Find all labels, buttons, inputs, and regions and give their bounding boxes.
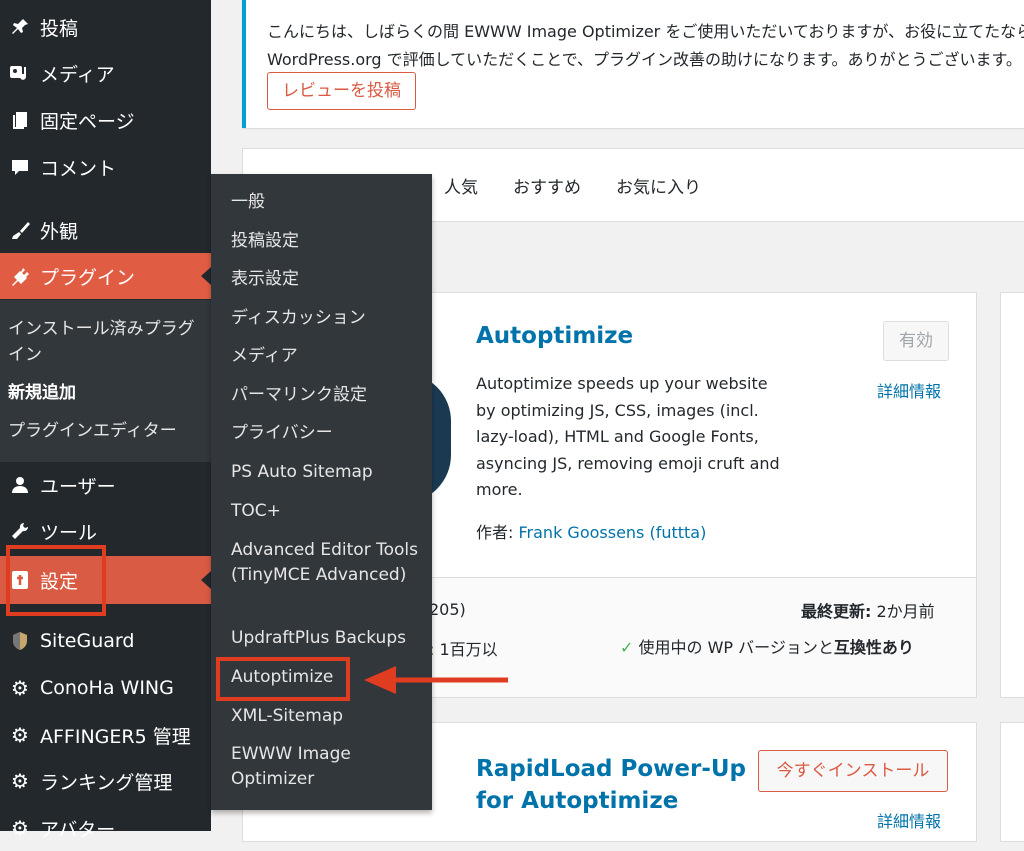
flyout-reading[interactable]: 表示設定 (231, 267, 426, 292)
user-icon (0, 475, 40, 495)
plugin-card-partial (1000, 722, 1024, 842)
menu-label: ツール (40, 521, 98, 544)
admin-sidebar: 投稿 メディア 固定ページ コメント 外観 プラグイン インストール済みプラグイ… (0, 0, 211, 841)
plugin-card-partial (1000, 292, 1024, 698)
compatibility: ✓ 使用中の WP バージョンと互換性あり (620, 634, 914, 658)
menu-label: ConoHa WING (40, 677, 174, 699)
menu-ranking[interactable]: ⚙ ランキング管理 (0, 758, 211, 804)
menu-label: メディア (40, 63, 115, 86)
flyout-general[interactable]: 一般 (231, 190, 426, 215)
notice-line-1: こんにちは、しばらくの間 EWWW Image Optimizer をご使用いた… (267, 22, 1024, 41)
settings-highlight-box (6, 545, 106, 616)
menu-siteguard[interactable]: SiteGuard (0, 618, 211, 664)
menu-affinger5[interactable]: ⚙ AFFINGER5 管理 (0, 712, 211, 758)
menu-label: ランキング管理 (40, 771, 173, 794)
menu-users[interactable]: ユーザー (0, 462, 211, 508)
gear-icon: ⚙ (11, 769, 29, 793)
active-indicator (201, 267, 211, 285)
flyout-discussion[interactable]: ディスカッション (231, 306, 426, 331)
active-indicator (201, 571, 211, 589)
more-details-link[interactable]: 詳細情報 (877, 378, 941, 402)
author-link[interactable]: Frank Goossens (futtta) (519, 523, 707, 542)
plugin-title[interactable]: RapidLoad Power-Up for Autoptimize (476, 753, 746, 817)
notice-text: こんにちは、しばらくの間 EWWW Image Optimizer をご使用いた… (267, 18, 1024, 74)
gear-icon: ⚙ (11, 723, 29, 747)
menu-appearance[interactable]: 外観 (0, 207, 211, 253)
settings-flyout-menu: 一般 投稿設定 表示設定 ディスカッション メディア パーマリンク設定 プライバ… (211, 174, 432, 810)
last-updated: 最終更新: 2か月前 (801, 598, 935, 622)
menu-label: SiteGuard (40, 630, 135, 652)
title-line-1: RapidLoad Power-Up (476, 756, 747, 782)
comment-icon (0, 157, 40, 177)
notice-line-2: WordPress.org で評価していただくことで、プラグイン改善の助けになり… (267, 50, 1022, 69)
flyout-privacy[interactable]: プライバシー (231, 421, 426, 446)
more-details-link[interactable]: 詳細情報 (877, 808, 941, 832)
menu-label: 外観 (40, 220, 79, 243)
submenu-installed-plugins[interactable]: インストール済みプラグイン (8, 316, 208, 368)
brush-icon (0, 220, 40, 240)
menu-pages[interactable]: 固定ページ (0, 97, 211, 143)
flyout-media[interactable]: メディア (231, 344, 426, 369)
menu-label: AFFINGER5 管理 (40, 725, 191, 748)
menu-posts[interactable]: 投稿 (0, 4, 211, 50)
menu-label: アバター (40, 818, 116, 841)
menu-label: 投稿 (40, 17, 79, 40)
active-status-button: 有効 (883, 321, 949, 361)
shield-icon (0, 631, 40, 651)
active-installs: : 1百万以 (429, 640, 498, 659)
plugin-author: 作者: Frank Goossens (futtta) (476, 519, 706, 543)
gear-icon: ⚙ (11, 816, 29, 840)
flyout-advanced-editor-tools[interactable]: Advanced Editor Tools (TinyMCE Advanced) (231, 538, 426, 588)
last-updated-label: 最終更新: (801, 602, 872, 621)
author-label: 作者: (476, 523, 514, 542)
menu-avatar[interactable]: ⚙ アバター (0, 805, 211, 851)
flyout-toc-plus[interactable]: TOC+ (231, 499, 426, 524)
post-review-button[interactable]: レビューを投稿 (267, 72, 416, 110)
menu-label: プラグイン (40, 266, 136, 289)
rating-count: 205) (429, 600, 466, 619)
flyout-permalinks[interactable]: パーマリンク設定 (231, 383, 426, 408)
menu-comments[interactable]: コメント (0, 144, 211, 190)
title-line-2: for Autoptimize (476, 788, 679, 814)
menu-media[interactable]: メディア (0, 50, 211, 96)
menu-label: 固定ページ (40, 110, 135, 133)
media-icon (0, 63, 40, 83)
plugin-title[interactable]: Autoptimize (476, 323, 633, 349)
tab-favorites[interactable]: お気に入り (616, 173, 701, 198)
tab-recommended[interactable]: おすすめ (513, 173, 581, 198)
flyout-ewww-image-optimizer[interactable]: EWWW Image Optimizer (231, 742, 426, 792)
gear-icon: ⚙ (11, 676, 29, 700)
flyout-updraftplus[interactable]: UpdraftPlus Backups (231, 626, 426, 651)
submenu-plugin-editor[interactable]: プラグインエディター (8, 418, 208, 444)
menu-label: コメント (40, 157, 117, 180)
pages-icon (0, 110, 40, 130)
tab-popular[interactable]: 人気 (444, 173, 478, 198)
menu-label: ユーザー (40, 475, 116, 498)
autoptimize-highlight-box (216, 657, 350, 701)
review-notice: こんにちは、しばらくの間 EWWW Image Optimizer をご使用いた… (242, 0, 1024, 128)
pin-icon (0, 17, 40, 37)
flyout-ps-auto-sitemap[interactable]: PS Auto Sitemap (231, 460, 426, 485)
menu-conoha-wing[interactable]: ⚙ ConoHa WING (0, 665, 211, 711)
compat-text: 使用中の WP バージョンと (638, 638, 834, 657)
last-updated-value: 2か月前 (876, 602, 935, 621)
plugin-description: Autoptimize speeds up your website by op… (476, 374, 780, 499)
plugin-submenu: インストール済みプラグイン 新規追加 プラグインエディター (0, 300, 211, 462)
submenu-add-new[interactable]: 新規追加 (8, 380, 208, 406)
flyout-writing[interactable]: 投稿設定 (231, 229, 426, 254)
check-icon: ✓ (620, 638, 634, 657)
menu-plugins[interactable]: プラグイン (0, 253, 211, 299)
plugin-icon (0, 266, 40, 286)
wrench-icon (0, 521, 40, 541)
flyout-xml-sitemap[interactable]: XML-Sitemap (231, 704, 426, 729)
compat-strong: 互換性あり (833, 638, 914, 657)
install-now-button[interactable]: 今すぐインストール (758, 750, 948, 792)
red-arrow-icon (364, 666, 508, 694)
